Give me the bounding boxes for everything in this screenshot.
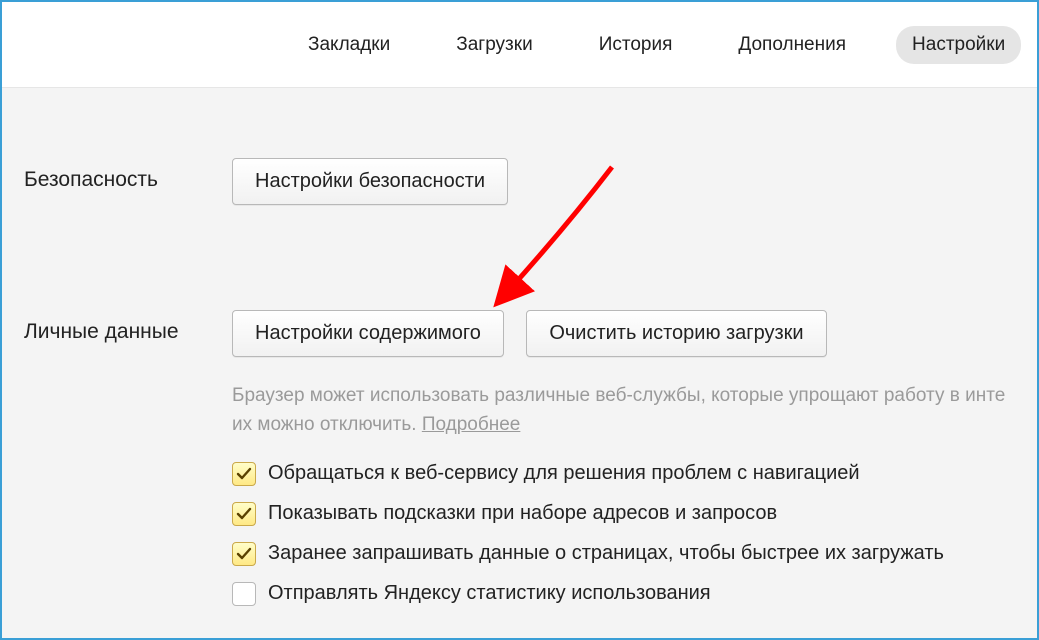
learn-more-link[interactable]: Подробнее: [422, 414, 521, 435]
content-settings-button[interactable]: Настройки содержимого: [232, 310, 504, 357]
security-settings-button[interactable]: Настройки безопасности: [232, 158, 508, 205]
check-prefetch[interactable]: Заранее запрашивать данные о страницах, …: [232, 542, 1037, 566]
checkbox-label: Показывать подсказки при наборе адресов …: [268, 502, 777, 525]
checkbox-icon[interactable]: [232, 502, 256, 526]
hint-line2: их можно отключить.: [232, 414, 422, 435]
checkbox-icon[interactable]: [232, 462, 256, 486]
checkbox-label: Отправлять Яндексу статистику использова…: [268, 582, 711, 605]
tab-downloads[interactable]: Загрузки: [440, 26, 548, 64]
section-personal-title: Личные данные: [2, 310, 232, 344]
hint-line1: Браузер может использовать различные веб…: [232, 385, 1005, 406]
settings-content: Безопасность Настройки безопасности Личн…: [2, 88, 1037, 606]
checkbox-list: Обращаться к веб-сервису для решения про…: [232, 462, 1037, 606]
top-nav: Закладки Загрузки История Дополнения Нас…: [2, 2, 1037, 88]
checkbox-label: Заранее запрашивать данные о страницах, …: [268, 542, 944, 565]
clear-history-button[interactable]: Очистить историю загрузки: [526, 310, 826, 357]
checkbox-icon[interactable]: [232, 582, 256, 606]
check-suggestions[interactable]: Показывать подсказки при наборе адресов …: [232, 502, 1037, 526]
checkbox-icon[interactable]: [232, 542, 256, 566]
tab-history[interactable]: История: [583, 26, 689, 64]
section-personal: Личные данные Настройки содержимого Очис…: [2, 310, 1037, 606]
check-navigation-help[interactable]: Обращаться к веб-сервису для решения про…: [232, 462, 1037, 486]
section-security: Безопасность Настройки безопасности: [2, 158, 1037, 205]
check-send-stats[interactable]: Отправлять Яндексу статистику использова…: [232, 582, 1037, 606]
tab-bookmarks[interactable]: Закладки: [292, 26, 406, 64]
section-security-title: Безопасность: [2, 158, 232, 192]
web-services-hint: Браузер может использовать различные веб…: [232, 381, 1037, 440]
checkbox-label: Обращаться к веб-сервису для решения про…: [268, 462, 860, 485]
tab-settings[interactable]: Настройки: [896, 26, 1021, 64]
tab-extensions[interactable]: Дополнения: [722, 26, 862, 64]
